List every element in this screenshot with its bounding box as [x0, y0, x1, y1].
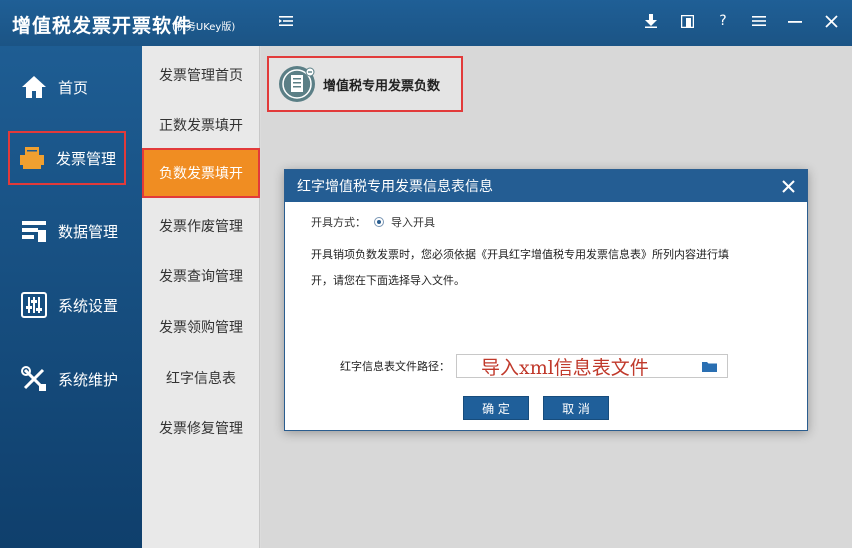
nav-label: 系统维护: [58, 370, 119, 389]
invoice-stamp-icon: [279, 66, 315, 102]
tools-icon: [21, 366, 46, 391]
function-card-negative-vat[interactable]: 增值税专用发票负数: [267, 56, 463, 112]
nav-item-home[interactable]: 首页: [0, 60, 142, 114]
app-title: 增值税发票开票软件: [12, 15, 193, 37]
help-icon[interactable]: ?: [712, 10, 734, 32]
left-nav: 首页 发票管理 数据管理 系统设置 系统维护: [0, 46, 142, 548]
file-path-label: 红字信息表文件路径：: [340, 360, 450, 373]
file-path-input[interactable]: 导入xml信息表文件: [456, 354, 728, 379]
nav-item-data-management[interactable]: 数据管理: [0, 204, 142, 258]
subnav-query-invoice[interactable]: 发票查询管理: [142, 251, 260, 301]
file-path-row: 红字信息表文件路径： 导入xml信息表文件: [340, 354, 728, 379]
cancel-button[interactable]: 取 消: [543, 396, 609, 420]
subnav-repair-invoice[interactable]: 发票修复管理: [142, 403, 260, 453]
bookmark-icon[interactable]: [676, 10, 698, 32]
subnav-positive-invoice[interactable]: 正数发票填开: [142, 100, 260, 150]
subnav-purchase-invoice[interactable]: 发票领购管理: [142, 302, 260, 352]
nav-item-system-maintenance[interactable]: 系统维护: [0, 352, 142, 406]
titlebar-controls: ?: [640, 10, 842, 32]
function-card-label: 增值税专用发票负数: [323, 78, 441, 94]
minimize-icon[interactable]: [784, 10, 806, 32]
printer-icon: [20, 147, 44, 169]
menu-collapse-icon[interactable]: [278, 13, 294, 29]
close-icon[interactable]: [820, 10, 842, 32]
nav-label: 发票管理: [56, 149, 117, 168]
subnav-negative-invoice[interactable]: 负数发票填开: [142, 148, 260, 198]
nav-item-system-settings[interactable]: 系统设置: [0, 278, 142, 332]
home-icon: [22, 76, 46, 98]
confirm-button[interactable]: 确 定: [463, 396, 529, 420]
instruction-line-1: 开具销项负数发票时，您必须依据《开具红字增值税专用发票信息表》所列内容进行填: [311, 248, 729, 261]
folder-icon[interactable]: [702, 360, 717, 372]
issue-mode-label: 开具方式：: [311, 216, 366, 229]
sub-nav: 发票管理首页 正数发票填开 负数发票填开 发票作废管理 发票查询管理 发票领购管…: [142, 46, 260, 548]
instruction-line-2: 开，请您在下面选择导入文件。: [311, 274, 465, 287]
issue-mode-row: 开具方式： 导入开具: [311, 214, 435, 230]
app-subtitle: (税务UKey版): [172, 22, 236, 33]
nav-label: 首页: [58, 78, 89, 97]
dialog-header: 红字增值税专用发票信息表信息: [285, 170, 807, 202]
download-icon[interactable]: [640, 10, 662, 32]
subnav-invoice-home[interactable]: 发票管理首页: [142, 50, 260, 100]
nav-label: 数据管理: [58, 222, 119, 241]
subnav-void-invoice[interactable]: 发票作废管理: [142, 201, 260, 251]
red-invoice-info-dialog: 红字增值税专用发票信息表信息 开具方式： 导入开具 开具销项负数发票时，您必须依…: [284, 169, 808, 431]
title-bar: 增值税发票开票软件 (税务UKey版) ?: [0, 0, 852, 46]
sliders-icon: [21, 292, 47, 318]
data-icon: [22, 221, 46, 242]
instruction-text: 开具销项负数发票时，您必须依据《开具红字增值税专用发票信息表》所列内容进行填 开…: [311, 242, 789, 294]
nav-item-invoice-management[interactable]: 发票管理: [8, 131, 126, 185]
dialog-title: 红字增值税专用发票信息表信息: [297, 179, 493, 195]
dialog-close-icon[interactable]: [782, 179, 795, 193]
menu-icon[interactable]: [748, 10, 770, 32]
import-mode-option[interactable]: 导入开具: [391, 214, 435, 230]
subnav-red-info-sheet[interactable]: 红字信息表: [142, 353, 260, 403]
import-mode-radio[interactable]: [374, 217, 384, 227]
file-path-placeholder: 导入xml信息表文件: [481, 356, 649, 379]
nav-label: 系统设置: [58, 296, 119, 315]
